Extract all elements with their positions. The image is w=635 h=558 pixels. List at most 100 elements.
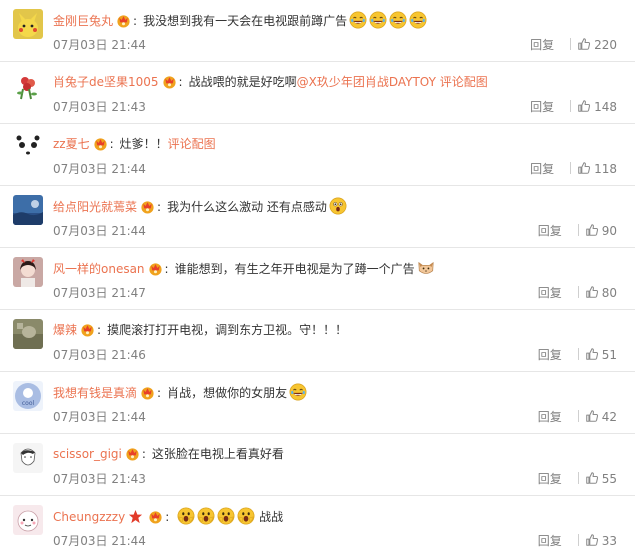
colon-separator: :	[164, 262, 169, 276]
cartoon-avatar[interactable]	[13, 505, 43, 535]
reply-button[interactable]: 回复	[538, 472, 562, 486]
comment-text: 肖战，想做你的女朋友	[167, 386, 288, 400]
comment-actions: 回复 90	[538, 223, 617, 239]
colon-separator: :	[97, 323, 102, 337]
photo-avatar[interactable]	[13, 319, 43, 349]
round-avatar[interactable]: cool	[13, 381, 43, 411]
thumbs-up-icon	[585, 471, 599, 485]
mention-link[interactable]: 评论配图	[168, 137, 216, 151]
like-button[interactable]: 118	[577, 162, 617, 176]
colon-separator: :	[133, 14, 138, 28]
reply-button[interactable]: 回复	[530, 100, 554, 114]
action-divider	[577, 534, 579, 546]
comment-item: cool 我想有钱是真滴: 肖战，想做你的女朋友 07月03日 21:44 回复 42	[0, 372, 635, 434]
laugh-emoji-icon	[409, 11, 427, 29]
pikachu-avatar[interactable]	[13, 9, 43, 39]
comment-list: 金刚巨兔丸: 我没想到我有一天会在电视跟前蹲广告 07月03日 21:44 回复 220…	[0, 0, 635, 558]
thumbs-up-icon	[577, 161, 591, 175]
reply-button[interactable]: 回复	[538, 286, 562, 300]
like-button[interactable]: 90	[585, 224, 617, 238]
mention-link[interactable]: @X玖少年团肖战DAYTOY 评论配图	[297, 75, 488, 89]
colon-separator: :	[178, 75, 183, 89]
reply-button[interactable]: 回复	[538, 534, 562, 548]
colon-separator: :	[157, 200, 162, 214]
laugh-emoji-icon	[389, 11, 407, 29]
comment-body: 给点阳光就蔫菜: 我为什么这么激动 还有点感动	[53, 197, 625, 215]
username-link[interactable]: 我想有钱是真滴	[53, 386, 137, 400]
laugh-emoji-icon	[349, 11, 367, 29]
colon-separator: :	[157, 386, 162, 400]
username-link[interactable]: 金刚巨兔丸	[53, 14, 113, 28]
like-count: 80	[601, 286, 617, 300]
crown-badge-icon	[140, 199, 155, 214]
username-link[interactable]: 肖兔子de坚果1005	[53, 75, 159, 89]
comment-actions: 回复 80	[538, 285, 617, 301]
reply-button[interactable]: 回复	[530, 38, 554, 52]
reply-button[interactable]: 回复	[538, 410, 562, 424]
comment-actions: 回复 118	[530, 161, 617, 177]
comment-text: 谁能想到，有生之年开电视是为了蹲一个广告	[174, 262, 415, 276]
like-button[interactable]: 80	[585, 286, 617, 300]
sky-avatar[interactable]	[13, 195, 43, 225]
comment-text: 这张脸在电视上看真好看	[151, 447, 284, 461]
crown-badge-icon	[148, 509, 163, 524]
like-button[interactable]: 33	[585, 534, 617, 548]
like-button[interactable]: 51	[585, 348, 617, 362]
thumbs-up-icon	[585, 533, 599, 547]
comment-item: scissor_gigi: 这张脸在电视上看真好看 07月03日 21:43 回复 55	[0, 434, 635, 496]
comment-text: 战战	[259, 510, 284, 524]
like-button[interactable]: 220	[577, 38, 617, 52]
flower-avatar[interactable]	[13, 71, 43, 101]
scream-emoji-icon	[177, 507, 195, 525]
action-divider	[570, 162, 572, 174]
like-button[interactable]: 42	[585, 410, 617, 424]
comment-actions: 回复 55	[538, 471, 617, 487]
thumbs-up-icon	[585, 223, 599, 237]
username-link[interactable]: 爆辣	[53, 323, 77, 337]
comment-text: 灶爹！！	[119, 137, 168, 151]
action-divider	[577, 348, 579, 360]
comment-body: 肖兔子de坚果1005: 战战喂的就是好吃啊@X玖少年团肖战DAYTOY 评论配图	[53, 73, 625, 91]
comment-body: scissor_gigi: 这张脸在电视上看真好看	[53, 445, 625, 463]
scream-emoji-icon	[217, 507, 235, 525]
action-divider	[570, 100, 572, 112]
action-divider	[577, 410, 579, 422]
comment-body: 金刚巨兔丸: 我没想到我有一天会在电视跟前蹲广告	[53, 11, 625, 29]
girl-avatar[interactable]	[13, 257, 43, 287]
like-count: 42	[601, 410, 617, 424]
comment-item: 肖兔子de坚果1005: 战战喂的就是好吃啊@X玖少年团肖战DAYTOY 评论配图…	[0, 62, 635, 124]
username-link[interactable]: 风一样的onesan	[53, 262, 145, 276]
crown-badge-icon	[148, 261, 163, 276]
username-link[interactable]: zz夏七	[53, 137, 90, 151]
sketch-avatar[interactable]	[13, 443, 43, 473]
comment-body: 我想有钱是真滴: 肖战，想做你的女朋友	[53, 383, 625, 401]
scream-emoji-icon	[197, 507, 215, 525]
like-button[interactable]: 148	[577, 100, 617, 114]
comment-body: 风一样的onesan: 谁能想到，有生之年开电视是为了蹲一个广告	[53, 259, 625, 277]
comment-item: Cheungzzzy: 战战 07月03日 21:44 回复 33	[0, 496, 635, 558]
comment-actions: 回复 148	[530, 99, 617, 115]
comment-item: 风一样的onesan: 谁能想到，有生之年开电视是为了蹲一个广告 07月03日 21…	[0, 248, 635, 310]
crown-badge-icon	[93, 136, 108, 151]
comment-timestamp: 07月03日 21:46	[53, 348, 146, 362]
comment-actions: 回复 51	[538, 347, 617, 363]
like-count: 148	[594, 100, 617, 114]
comment-timestamp: 07月03日 21:47	[53, 286, 146, 300]
comment-body: 爆辣: 摸爬滚打打开电视，调到东方卫视。守！！！	[53, 321, 625, 339]
thumbs-up-icon	[585, 409, 599, 423]
reply-button[interactable]: 回复	[530, 162, 554, 176]
svg-text:cool: cool	[22, 400, 35, 407]
reply-button[interactable]: 回复	[538, 224, 562, 238]
colon-separator: :	[109, 137, 114, 151]
cat-emoji-icon	[417, 259, 435, 277]
panda-avatar[interactable]	[13, 133, 43, 163]
username-link[interactable]: 给点阳光就蔫菜	[53, 200, 137, 214]
thumbs-up-icon	[585, 347, 599, 361]
reply-button[interactable]: 回复	[538, 348, 562, 362]
username-link[interactable]: scissor_gigi	[53, 447, 122, 461]
comment-timestamp: 07月03日 21:44	[53, 410, 146, 424]
like-count: 33	[601, 534, 617, 548]
like-count: 220	[594, 38, 617, 52]
username-link[interactable]: Cheungzzzy	[53, 510, 125, 524]
like-button[interactable]: 55	[585, 472, 617, 486]
